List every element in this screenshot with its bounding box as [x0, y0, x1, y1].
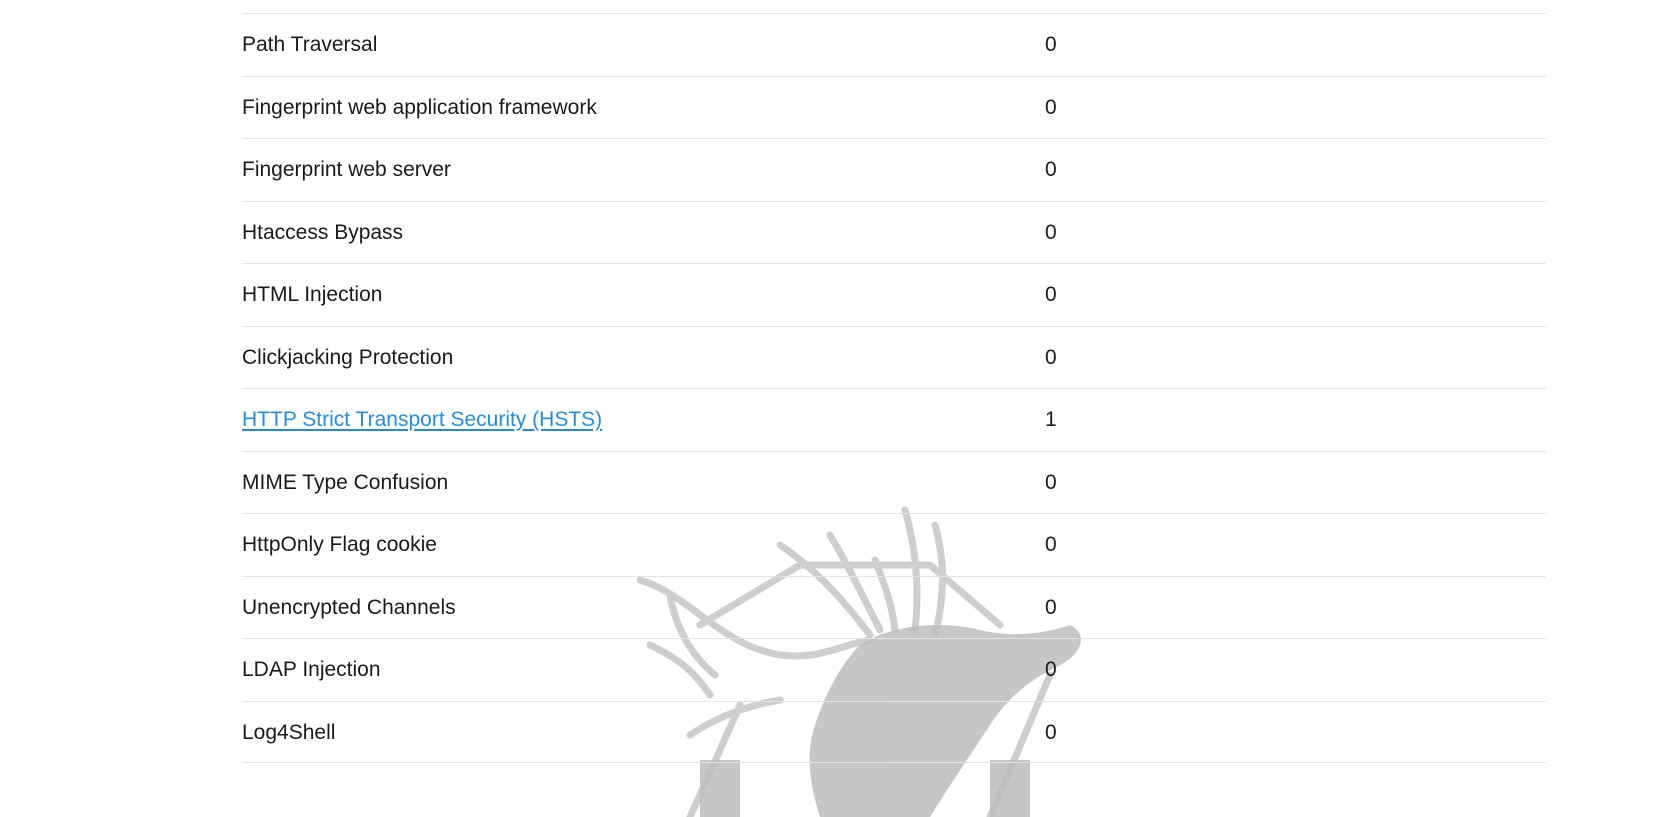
vulnerability-results-table: Path Traversal 0 Fingerprint web applicati… [242, 13, 1546, 763]
table-row: HTTP Strict Transport Security (HSTS) 1 [242, 388, 1546, 451]
vulnerability-name: Fingerprint web application framework [242, 95, 597, 119]
vulnerability-name: HTML Injection [242, 283, 383, 306]
vulnerability-count: 1 [1045, 408, 1057, 431]
vulnerability-name: LDAP Injection [242, 658, 381, 681]
vulnerability-count: 0 [1045, 95, 1057, 119]
vulnerability-count: 0 [1045, 220, 1057, 244]
vulnerability-count: 0 [1045, 595, 1057, 619]
table-row: Log4Shell 0 [242, 700, 1546, 763]
table-row: Unencrypted Channels 0 [242, 575, 1546, 639]
vulnerability-count: 0 [1045, 470, 1057, 494]
table-row: LDAP Injection 0 [242, 638, 1546, 701]
table-row: Fingerprint web application framework 0 [242, 75, 1546, 139]
table-row: HttpOnly Flag cookie 0 [242, 513, 1546, 576]
vulnerability-count: 0 [1045, 345, 1057, 369]
vulnerability-count: 0 [1045, 33, 1057, 56]
table-row: HTML Injection 0 [242, 263, 1546, 326]
table-row: MIME Type Confusion 0 [242, 450, 1546, 514]
vulnerability-name: Path Traversal [242, 33, 378, 56]
vulnerability-name: Log4Shell [242, 720, 336, 744]
vulnerability-name: Unencrypted Channels [242, 595, 456, 619]
vulnerability-count: 0 [1045, 283, 1057, 306]
vulnerability-name: HttpOnly Flag cookie [242, 533, 437, 556]
vulnerability-name: Fingerprint web server [242, 158, 451, 181]
vulnerability-count: 0 [1045, 533, 1057, 556]
vulnerability-name-link[interactable]: HTTP Strict Transport Security (HSTS) [242, 389, 602, 451]
table-row: Htaccess Bypass 0 [242, 200, 1546, 264]
vulnerability-name: MIME Type Confusion [242, 470, 449, 494]
vulnerability-count: 0 [1045, 658, 1057, 681]
vulnerability-name: Htaccess Bypass [242, 220, 404, 244]
page: Path Traversal 0 Fingerprint web applicati… [0, 0, 1660, 817]
vulnerability-name: Clickjacking Protection [242, 345, 454, 369]
table-row: Fingerprint web server 0 [242, 138, 1546, 201]
vulnerability-count: 0 [1045, 720, 1057, 744]
vulnerability-count: 0 [1045, 158, 1057, 181]
table-row: Clickjacking Protection 0 [242, 325, 1546, 389]
table-row: Path Traversal 0 [242, 13, 1546, 76]
